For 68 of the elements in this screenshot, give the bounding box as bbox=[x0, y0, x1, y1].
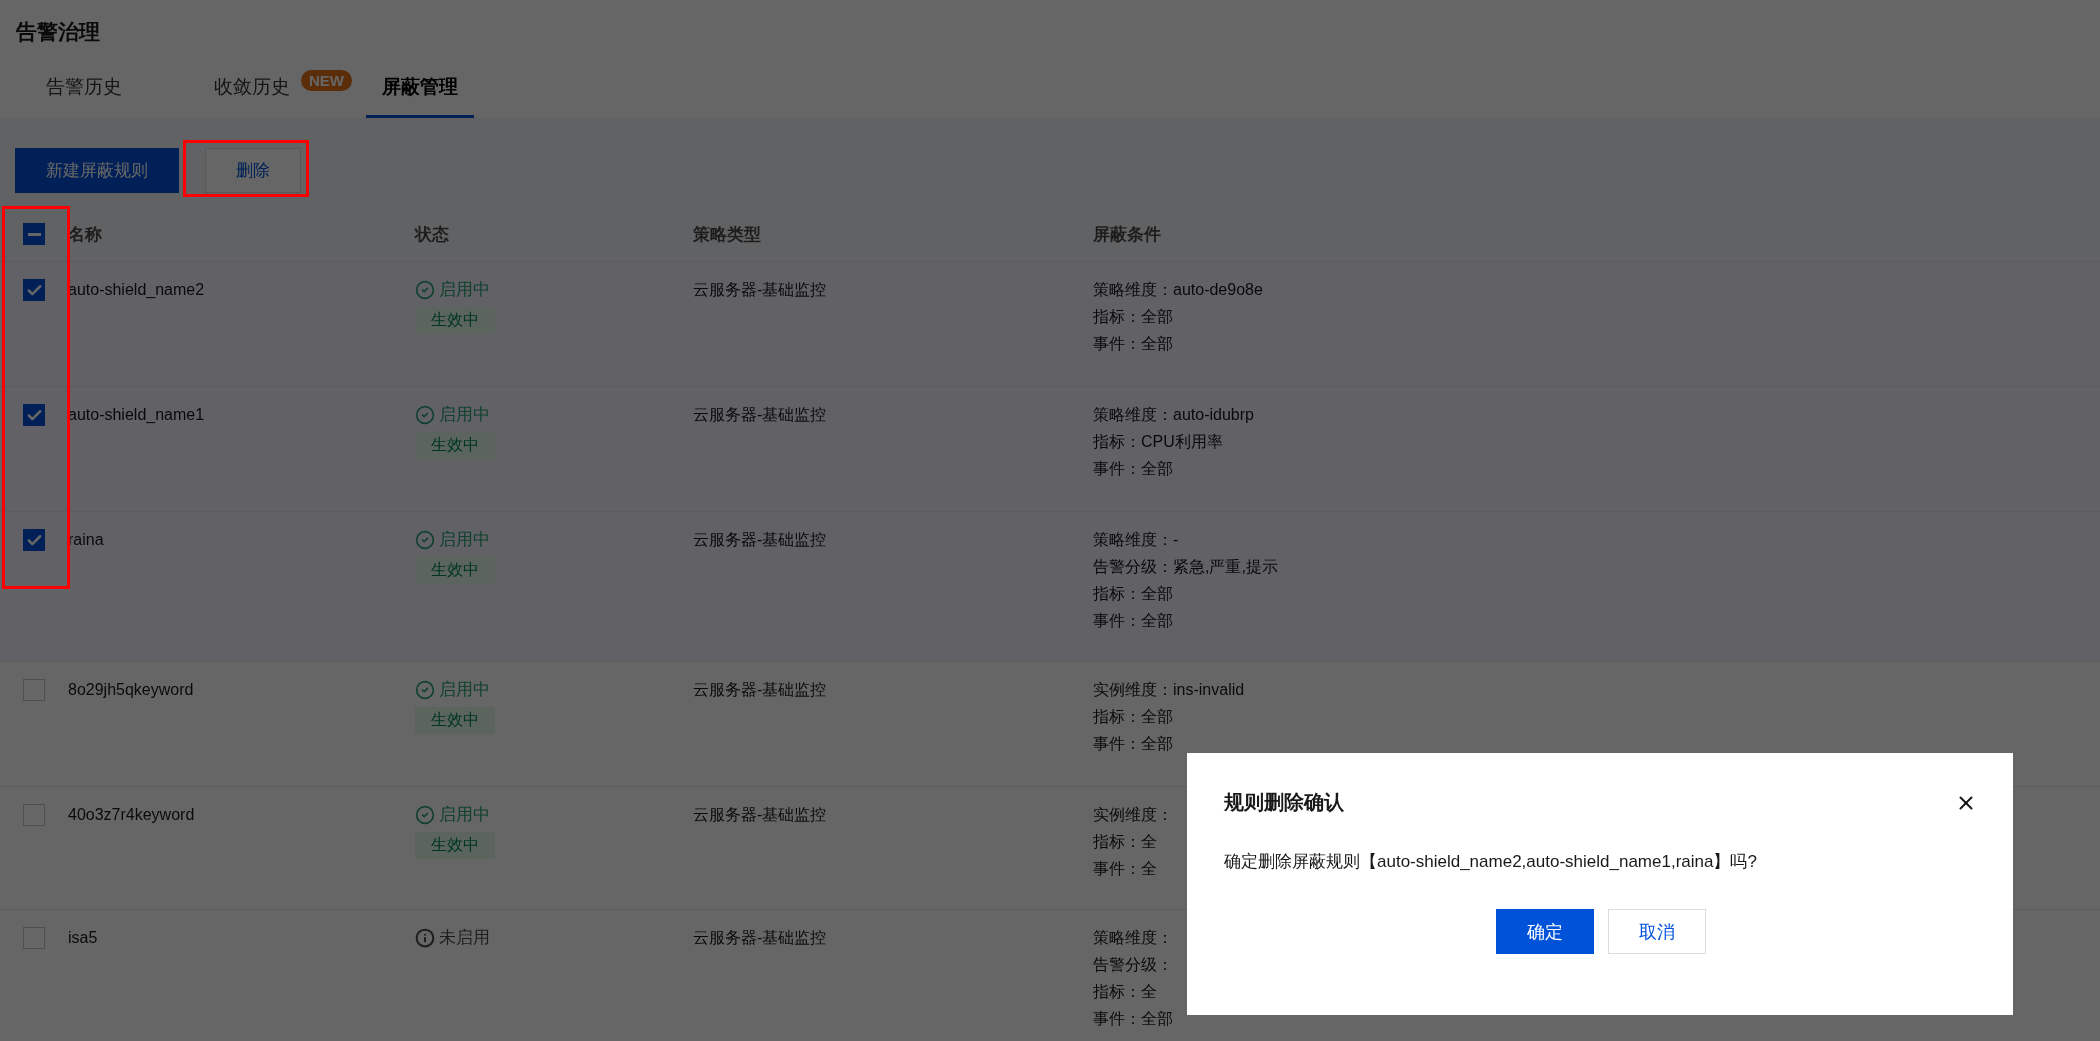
delete-button[interactable]: 删除 bbox=[205, 148, 301, 193]
table-cell-text: 8o29jh5qkeyword bbox=[68, 680, 194, 700]
status-text: 启用中 bbox=[439, 804, 490, 826]
checkbox[interactable] bbox=[23, 279, 45, 301]
status-tag: 生效中 bbox=[415, 557, 495, 584]
condition-text: 指标：全部 bbox=[1093, 307, 1173, 327]
table-row[interactable]: auto-shield_name2 启用中 生效中 云服务器-基础监控 策略维度：auto-de9o8e 指标：全部 事件：全部 bbox=[0, 262, 2100, 387]
condition-text: 告警分级： bbox=[1093, 955, 1173, 975]
condition-text: 实例维度： bbox=[1093, 805, 1173, 825]
status-tag: 生效中 bbox=[415, 307, 495, 334]
column-header: 名称 bbox=[68, 224, 102, 244]
checkbox[interactable] bbox=[23, 529, 45, 551]
check-circle-icon bbox=[415, 279, 435, 300]
page-title: 告警治理 bbox=[16, 19, 101, 45]
check-circle-icon bbox=[415, 404, 435, 425]
condition-text: 策略维度：auto-de9o8e bbox=[1093, 280, 1263, 300]
table-cell-text: 云服务器-基础监控 bbox=[693, 928, 827, 948]
status-tag: 生效中 bbox=[415, 832, 495, 859]
condition-text: 策略维度：auto-idubrp bbox=[1093, 405, 1254, 425]
create-button[interactable]: 新建屏蔽规则 bbox=[15, 148, 179, 193]
condition-text: 事件：全部 bbox=[1093, 459, 1173, 479]
cancel-button[interactable]: 取消 bbox=[1607, 909, 1706, 954]
table-cell-text: 云服务器-基础监控 bbox=[693, 530, 827, 550]
table-cell-text: 云服务器-基础监控 bbox=[693, 280, 827, 300]
status-text: 启用中 bbox=[439, 679, 490, 701]
condition-text: 指标：全 bbox=[1093, 982, 1157, 1002]
condition-text: 实例维度：ins-invalid bbox=[1093, 680, 1245, 700]
condition-text: 指标：全 bbox=[1093, 832, 1157, 852]
status-text: 未启用 bbox=[439, 927, 490, 949]
new-badge: NEW bbox=[301, 70, 352, 91]
table-row[interactable]: auto-shield_name1 启用中 生效中 云服务器-基础监控 策略维度：auto-idubrp 指标：CPU利用率 事件：全部 bbox=[0, 387, 2100, 512]
table-cell-text: 云服务器-基础监控 bbox=[693, 680, 827, 700]
status-tag: 生效中 bbox=[415, 432, 495, 459]
condition-text: 指标：全部 bbox=[1093, 584, 1173, 604]
checkbox[interactable] bbox=[23, 404, 45, 426]
check-circle-icon bbox=[415, 679, 435, 700]
checkbox[interactable] bbox=[23, 223, 45, 245]
condition-text: 告警分级：紧急,严重,提示 bbox=[1093, 557, 1278, 577]
column-header: 屏蔽条件 bbox=[1093, 224, 1161, 244]
condition-text: 事件：全部 bbox=[1093, 734, 1173, 754]
status-text: 启用中 bbox=[439, 279, 490, 301]
table-cell-text: auto-shield_name2 bbox=[68, 280, 205, 300]
condition-text: 指标：CPU利用率 bbox=[1093, 432, 1223, 452]
condition-text: 策略维度： bbox=[1093, 928, 1173, 948]
column-header: 状态 bbox=[415, 224, 449, 244]
condition-text: 指标：全部 bbox=[1093, 707, 1173, 727]
minus-icon bbox=[27, 232, 41, 236]
condition-text: 事件：全 bbox=[1093, 859, 1157, 879]
condition-text: 策略维度：- bbox=[1093, 530, 1179, 550]
dialog-title: 规则删除确认 bbox=[1224, 790, 1344, 815]
condition-text: 事件：全部 bbox=[1093, 334, 1173, 354]
check-circle-icon bbox=[415, 529, 435, 550]
table-cell-text: isa5 bbox=[68, 928, 98, 948]
condition-text: 事件：全部 bbox=[1093, 611, 1173, 631]
info-icon bbox=[415, 927, 435, 948]
table-cell-text: 云服务器-基础监控 bbox=[693, 405, 827, 425]
confirm-button[interactable]: 确定 bbox=[1495, 909, 1594, 954]
table-cell-text: 云服务器-基础监控 bbox=[693, 805, 827, 825]
tab[interactable]: 告警历史 bbox=[30, 58, 138, 118]
status-text: 启用中 bbox=[439, 529, 490, 551]
check-circle-icon bbox=[415, 804, 435, 825]
status-tag: 生效中 bbox=[415, 707, 495, 734]
table-cell-text: 40o3z7r4keyword bbox=[68, 805, 195, 825]
status-text: 启用中 bbox=[439, 404, 490, 426]
dialog-message: 确定删除屏蔽规则【auto-shield_name2,auto-shield_name1,raina】吗? bbox=[1224, 851, 1758, 873]
column-header: 策略类型 bbox=[693, 224, 761, 244]
table-cell-text: auto-shield_name1 bbox=[68, 405, 205, 425]
condition-text: 事件：全部 bbox=[1093, 1009, 1173, 1029]
